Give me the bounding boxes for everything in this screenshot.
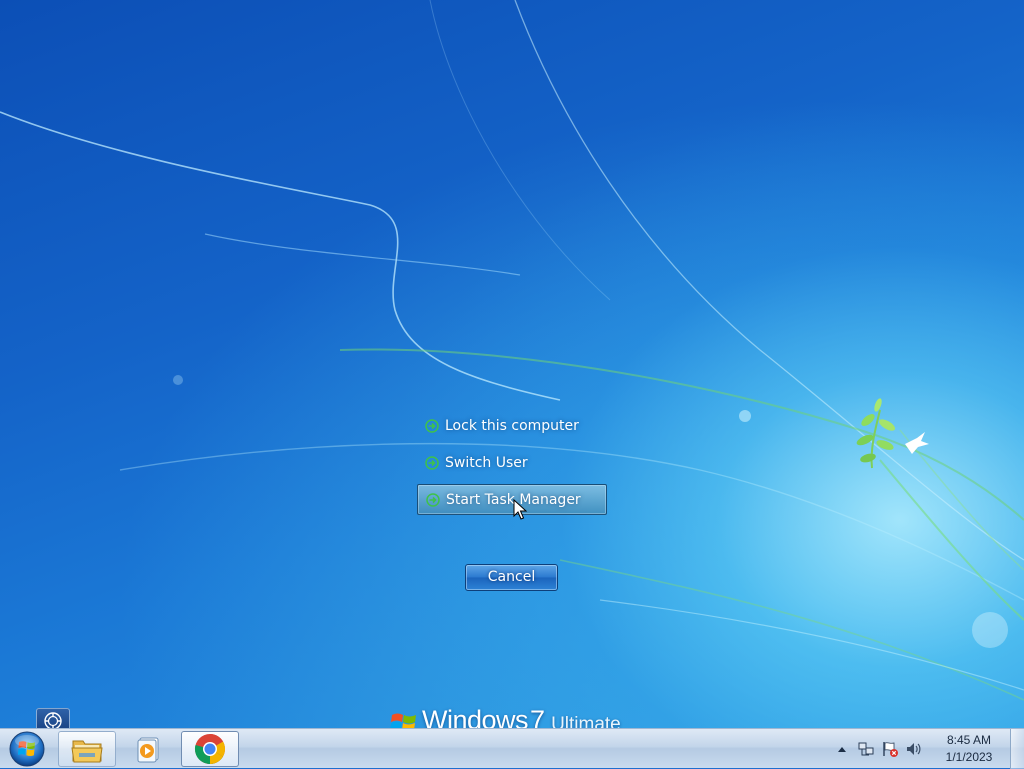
green-arrow-icon [425, 418, 439, 433]
ease-of-access-button[interactable] [36, 708, 70, 728]
clock[interactable]: 8:45 AM 1/1/2023 [934, 732, 1004, 766]
show-desktop-button[interactable] [1010, 729, 1024, 769]
lock-computer-option[interactable]: Lock this computer [417, 410, 607, 441]
mouse-pointer-icon [513, 499, 527, 520]
show-hidden-icons-arrow[interactable] [833, 740, 851, 758]
lock-computer-label: Lock this computer [445, 417, 579, 434]
windows-version: 7 [530, 705, 546, 728]
green-arrow-icon [425, 455, 439, 470]
chrome-icon [194, 734, 226, 765]
switch-user-label: Switch User [445, 454, 528, 471]
taskbar: 8:45 AM 1/1/2023 [0, 728, 1024, 769]
ease-of-access-icon [44, 712, 62, 728]
system-tray: 8:45 AM 1/1/2023 [830, 729, 1024, 769]
start-task-manager-option[interactable]: Start Task Manager [417, 484, 607, 515]
windows-edition: Ultimate [551, 714, 621, 728]
windows-wordmark: Windows [422, 705, 529, 728]
media-player-icon [137, 737, 159, 763]
start-button[interactable] [4, 729, 50, 769]
network-icon [858, 742, 874, 756]
cancel-button[interactable]: Cancel [465, 564, 558, 591]
network-tray-icon[interactable] [857, 740, 875, 758]
windows-explorer-taskbar-button[interactable] [58, 731, 116, 767]
action-center-flag-icon [883, 742, 898, 757]
clock-time: 8:45 AM [946, 733, 992, 747]
switch-user-option[interactable]: Switch User [417, 447, 607, 478]
windows-orb-icon [9, 731, 45, 767]
folder-icon [71, 740, 103, 763]
action-center-tray-icon[interactable] [881, 740, 899, 758]
volume-tray-icon[interactable] [905, 740, 923, 758]
clock-date: 1/1/2023 [945, 750, 993, 764]
windows-flag-logo-icon [390, 713, 416, 728]
media-player-taskbar-button[interactable] [120, 731, 178, 767]
chevron-up-icon [838, 747, 846, 752]
volume-icon [907, 743, 921, 755]
desktop: Lock this computer Switch User Start Tas… [0, 0, 1024, 728]
wallpaper-streaks [0, 0, 1024, 701]
chrome-taskbar-button[interactable] [181, 731, 239, 767]
windows-branding: Windows 7 Ultimate [390, 705, 621, 728]
green-arrow-icon [426, 492, 440, 507]
